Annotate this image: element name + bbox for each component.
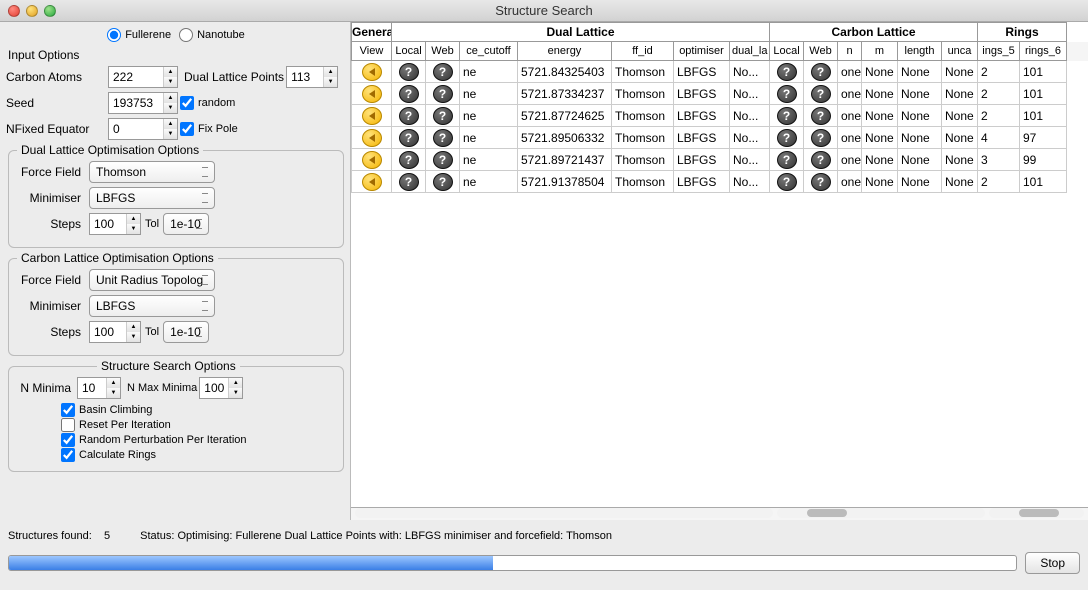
radio-nanotube[interactable]: Nanotube [179, 28, 245, 42]
status-text: Optimising: Fullerene Dual Lattice Point… [177, 530, 611, 542]
dual-steps-field[interactable]: ▲▼ [89, 213, 141, 235]
nfixed-field[interactable]: ▲▼ [108, 118, 178, 140]
nfixed-label: NFixed Equator [6, 122, 106, 136]
chevron-down-icon[interactable]: ▼ [164, 77, 177, 87]
question-icon[interactable]: ? [433, 63, 453, 81]
question-icon[interactable]: ? [777, 107, 797, 125]
input-options-label: Input Options [8, 48, 346, 62]
chevron-up-icon[interactable]: ▲ [164, 67, 177, 77]
table-row[interactable]: ??ne5721.89506332ThomsonLBFGSNo...??oneN… [351, 127, 1088, 149]
basin-climbing-checkbox[interactable]: Basin Climbing [61, 403, 335, 417]
view-icon[interactable] [362, 129, 382, 147]
question-icon[interactable]: ? [811, 85, 831, 103]
question-icon[interactable]: ? [777, 63, 797, 81]
table-row[interactable]: ??ne5721.89721437ThomsonLBFGSNo...??oneN… [351, 149, 1088, 171]
question-icon[interactable]: ? [433, 129, 453, 147]
carbon-minimiser-combo[interactable]: LBFGS [89, 295, 215, 317]
question-icon[interactable]: ? [399, 129, 419, 147]
view-icon[interactable] [362, 107, 382, 125]
view-icon[interactable] [362, 63, 382, 81]
random-checkbox[interactable]: random [180, 96, 235, 110]
carbon-atoms-field[interactable]: ▲▼ [108, 66, 178, 88]
table-row[interactable]: ??ne5721.87334237ThomsonLBFGSNo...??oneN… [351, 83, 1088, 105]
table-row[interactable]: ??ne5721.84325403ThomsonLBFGSNo...??oneN… [351, 61, 1088, 83]
question-icon[interactable]: ? [399, 173, 419, 191]
question-icon[interactable]: ? [777, 85, 797, 103]
question-icon[interactable]: ? [811, 129, 831, 147]
dual-force-field-combo[interactable]: Thomson [89, 161, 215, 183]
dual-points-label: Dual Lattice Points [184, 70, 284, 84]
carbon-tol-combo[interactable]: 1e-10 [163, 321, 209, 343]
table-group-header: General Dual Lattice Carbon Lattice Ring… [351, 22, 1088, 42]
structures-count: 5 [104, 530, 110, 542]
question-icon[interactable]: ? [811, 63, 831, 81]
results-panel: General Dual Lattice Carbon Lattice Ring… [350, 22, 1088, 520]
left-panel: Fullerene Nanotube Input Options Carbon … [0, 22, 350, 520]
n-minima-field[interactable]: ▲▼ [77, 377, 121, 399]
dual-lattice-opt-group: Dual Lattice Optimisation Options Force … [8, 150, 344, 248]
structure-search-group: Structure Search Options N Minima ▲▼ N M… [8, 366, 344, 472]
carbon-steps-field[interactable]: ▲▼ [89, 321, 141, 343]
dual-tol-combo[interactable]: 1e-10 [163, 213, 209, 235]
question-icon[interactable]: ? [433, 85, 453, 103]
question-icon[interactable]: ? [399, 85, 419, 103]
scroll-hint [351, 508, 1088, 520]
scrollbar-thumb[interactable] [1019, 509, 1059, 517]
question-icon[interactable]: ? [399, 107, 419, 125]
status-bar: Structures found: 5 Status: Optimising: … [0, 520, 1088, 546]
question-icon[interactable]: ? [433, 151, 453, 169]
question-icon[interactable]: ? [433, 173, 453, 191]
table-col-header: View Local Web ce_cutoff energy ff_id op… [351, 42, 1088, 61]
question-icon[interactable]: ? [399, 63, 419, 81]
view-icon[interactable] [362, 173, 382, 191]
seed-field[interactable]: ▲▼ [108, 92, 178, 114]
stop-button[interactable]: Stop [1025, 552, 1080, 574]
fix-pole-checkbox[interactable]: Fix Pole [180, 122, 238, 136]
progress-bar [8, 555, 1017, 571]
table-row[interactable]: ??ne5721.87724625ThomsonLBFGSNo...??oneN… [351, 105, 1088, 127]
n-max-minima-field[interactable]: ▲▼ [199, 377, 243, 399]
carbon-force-field-combo[interactable]: Unit Radius Topolog [89, 269, 215, 291]
radio-fullerene[interactable]: Fullerene [107, 28, 171, 42]
carbon-atoms-label: Carbon Atoms [6, 70, 106, 84]
titlebar: Structure Search [0, 0, 1088, 22]
question-icon[interactable]: ? [811, 151, 831, 169]
question-icon[interactable]: ? [811, 107, 831, 125]
question-icon[interactable]: ? [811, 173, 831, 191]
random-perturb-checkbox[interactable]: Random Perturbation Per Iteration [61, 433, 335, 447]
seed-label: Seed [6, 96, 106, 110]
question-icon[interactable]: ? [433, 107, 453, 125]
reset-per-iteration-checkbox[interactable]: Reset Per Iteration [61, 418, 335, 432]
table-body[interactable]: ??ne5721.84325403ThomsonLBFGSNo...??oneN… [351, 61, 1088, 508]
dual-points-field[interactable]: ▲▼ [286, 66, 338, 88]
window-title: Structure Search [0, 3, 1088, 18]
scrollbar-thumb[interactable] [807, 509, 847, 517]
carbon-lattice-opt-group: Carbon Lattice Optimisation Options Forc… [8, 258, 344, 356]
view-icon[interactable] [362, 85, 382, 103]
calculate-rings-checkbox[interactable]: Calculate Rings [61, 448, 335, 462]
question-icon[interactable]: ? [777, 173, 797, 191]
question-icon[interactable]: ? [777, 151, 797, 169]
view-icon[interactable] [362, 151, 382, 169]
table-row[interactable]: ??ne5721.91378504ThomsonLBFGSNo...??oneN… [351, 171, 1088, 193]
question-icon[interactable]: ? [399, 151, 419, 169]
question-icon[interactable]: ? [777, 129, 797, 147]
dual-minimiser-combo[interactable]: LBFGS [89, 187, 215, 209]
